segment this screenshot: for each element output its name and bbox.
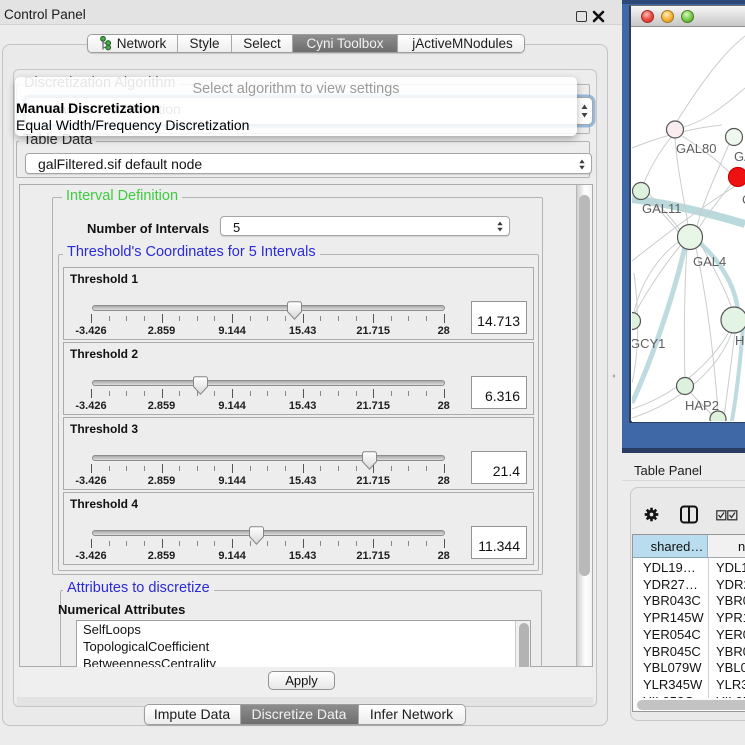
svg-text:HAP2: HAP2 — [685, 398, 719, 413]
svg-text:GAL4: GAL4 — [693, 254, 726, 269]
svg-text:GCY1: GCY1 — [632, 336, 665, 351]
svg-text:HI: HI — [735, 333, 745, 348]
svg-text:GAL11: GAL11 — [642, 201, 682, 216]
svg-text:GAL80: GAL80 — [676, 141, 716, 156]
svg-text:GAL3: GAL3 — [734, 149, 745, 164]
